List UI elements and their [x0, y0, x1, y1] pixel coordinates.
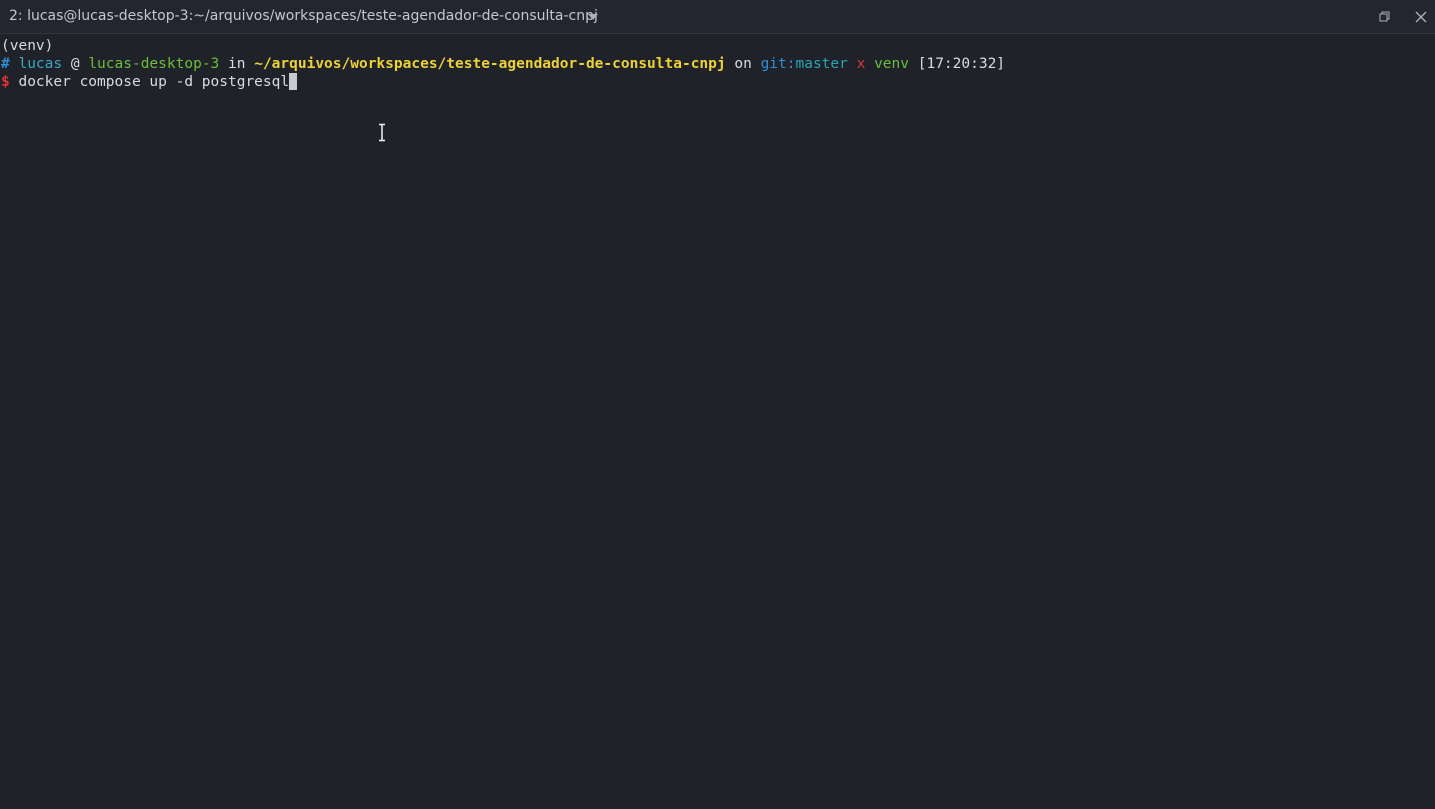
- prompt-time: [17:20:32]: [917, 56, 1006, 72]
- venv-indicator: (venv): [1, 38, 54, 54]
- prompt-venv: venv: [874, 56, 909, 72]
- prompt-in: in: [228, 56, 246, 72]
- prompt-user: lucas: [18, 56, 63, 72]
- prompt-host: lucas-desktop-3: [88, 56, 220, 72]
- restore-icon[interactable]: [1376, 8, 1394, 26]
- prompt-dirty: x: [856, 56, 866, 72]
- tab-dropdown-icon[interactable]: [588, 14, 598, 20]
- terminal-window: 2: lucas@lucas-desktop-3:~/arquivos/work…: [0, 0, 1435, 809]
- text-cursor: [289, 73, 298, 90]
- ibeam-cursor-icon: [376, 123, 388, 142]
- command-input[interactable]: docker compose up -d postgresql: [18, 74, 289, 90]
- terminal-output[interactable]: (venv) # lucas @ lucas-desktop-3 in ~/ar…: [0, 36, 1435, 809]
- prompt-branch: master: [795, 56, 848, 72]
- prompt-on: on: [734, 56, 752, 72]
- prompt-symbol: $: [1, 74, 10, 90]
- tab-title[interactable]: 2: lucas@lucas-desktop-3:~/arquivos/work…: [9, 8, 598, 24]
- venv-line: (venv): [1, 37, 53, 55]
- prompt-at: @: [70, 56, 80, 72]
- command-line[interactable]: $ docker compose up -d postgresql: [1, 73, 298, 91]
- prompt-hash: #: [1, 56, 10, 72]
- title-bar: 2: lucas@lucas-desktop-3:~/arquivos/work…: [0, 0, 1435, 34]
- close-icon[interactable]: [1412, 8, 1430, 26]
- prompt-path: ~/arquivos/workspaces/teste-agendador-de…: [254, 56, 726, 72]
- prompt-line: # lucas @ lucas-desktop-3 in ~/arquivos/…: [1, 55, 1005, 73]
- prompt-git-label: git:: [760, 56, 796, 72]
